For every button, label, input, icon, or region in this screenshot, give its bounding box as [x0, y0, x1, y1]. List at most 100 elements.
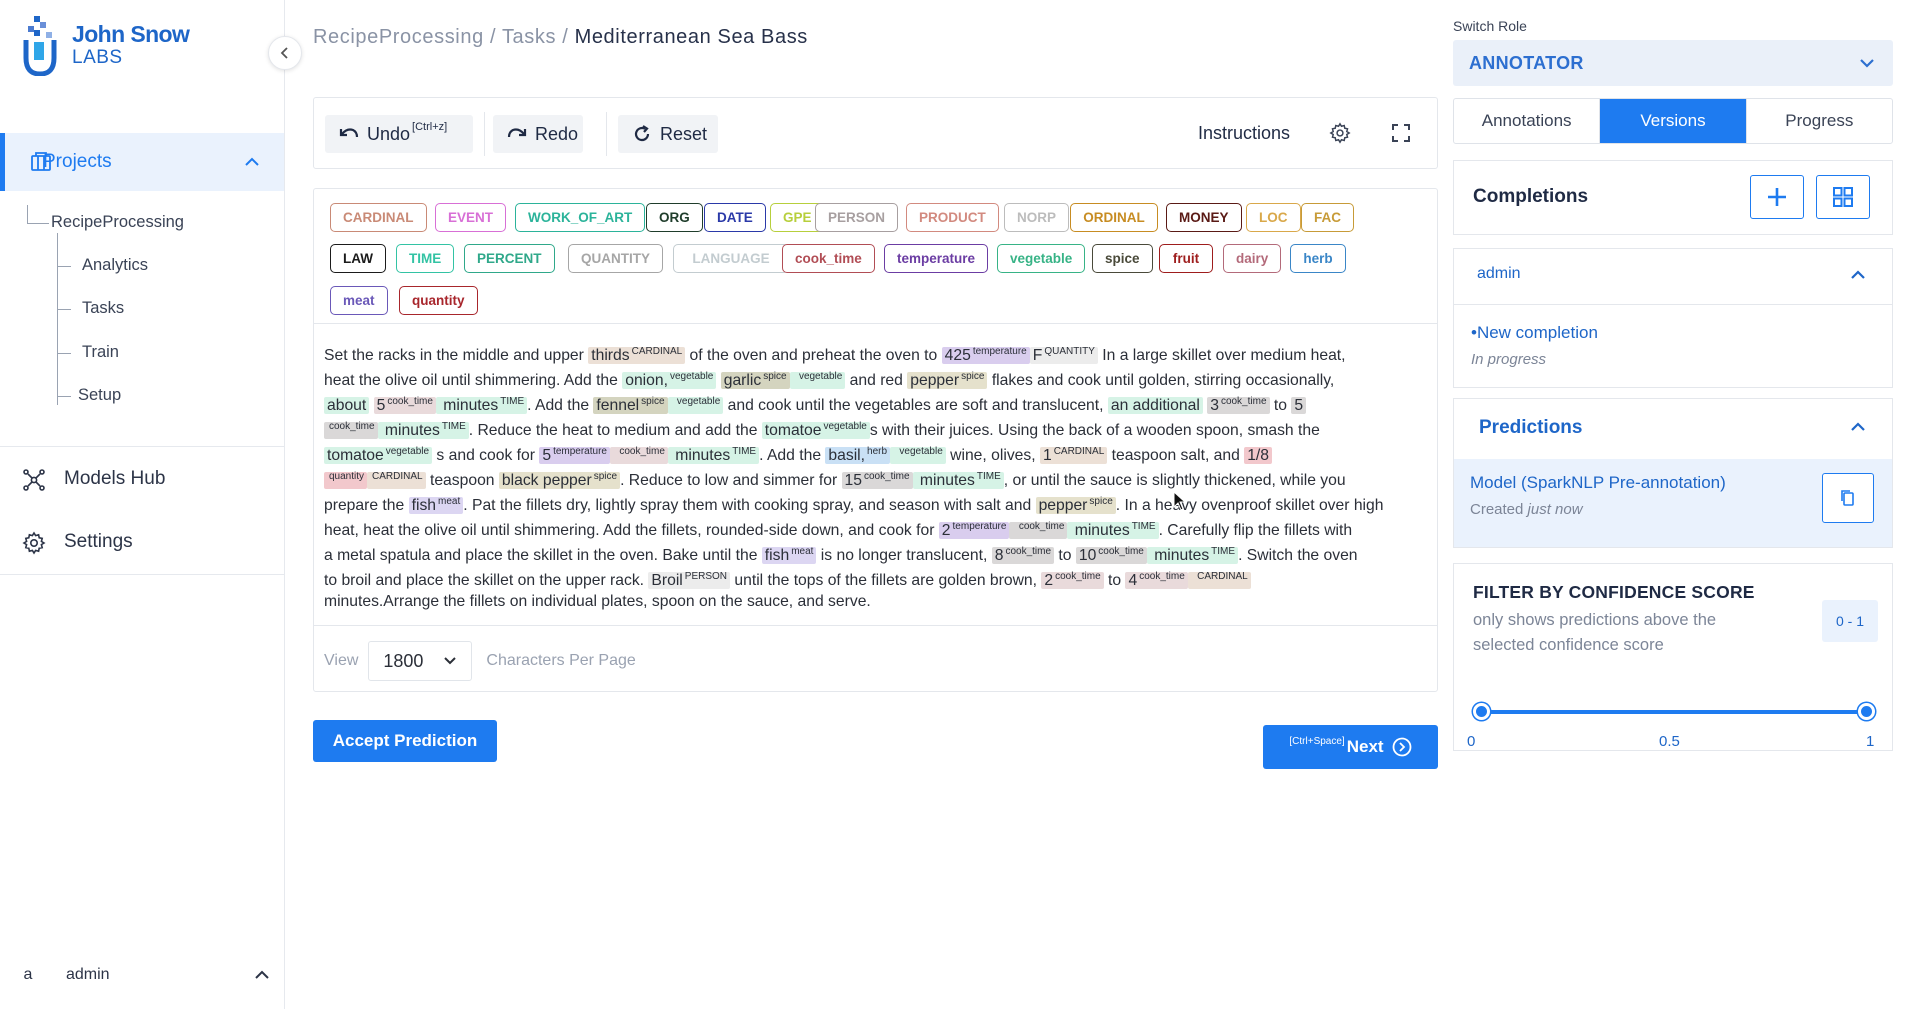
label-tag[interactable]: PERCENT	[464, 244, 555, 273]
entity-highlight[interactable]: quantity	[324, 471, 368, 489]
entity-highlight[interactable]: black pepper spice	[498, 471, 621, 489]
label-tag[interactable]: TIME	[396, 244, 455, 273]
tree-item-project[interactable]: RecipeProcessing	[51, 213, 184, 232]
entity-highlight[interactable]: vegetable	[890, 446, 946, 464]
label-tag[interactable]: fruit	[1159, 244, 1213, 273]
label-tag[interactable]: PERSON	[815, 203, 899, 232]
instructions-link[interactable]: Instructions	[1198, 123, 1290, 144]
label-tag[interactable]: LANGUAGE	[673, 244, 789, 273]
entity-highlight[interactable]: tomatoe vegetable	[324, 446, 433, 464]
entity-highlight[interactable]: 3 cook_time	[1207, 396, 1270, 414]
entity-highlight[interactable]: 5 cook_time	[373, 396, 436, 414]
tree-item-train[interactable]: Train	[82, 343, 119, 362]
label-tag[interactable]: ORDINAL	[1070, 203, 1158, 232]
label-tag[interactable]: EVENT	[435, 203, 507, 232]
next-button[interactable]: [Ctrl+Space] Next	[1263, 725, 1438, 769]
copy-prediction-button[interactable]	[1822, 473, 1874, 523]
label-tag[interactable]: spice	[1092, 244, 1153, 273]
completion-user[interactable]: admin	[1477, 265, 1521, 283]
settings-gear-icon[interactable]	[1329, 122, 1351, 149]
entity-highlight[interactable]: basil, herb	[825, 446, 891, 464]
label-tag[interactable]: CARDINAL	[330, 203, 427, 232]
entity-highlight[interactable]: cook_time	[1009, 521, 1068, 539]
entity-highlight[interactable]: vegetable	[789, 371, 846, 389]
nav-settings[interactable]: Settings	[0, 517, 284, 567]
entity-highlight[interactable]: 5	[1291, 397, 1307, 414]
reset-button[interactable]: Reset	[618, 115, 718, 153]
redo-button[interactable]: Redo	[493, 115, 583, 153]
tree-item-tasks[interactable]: Tasks	[82, 299, 124, 318]
label-tag[interactable]: herb	[1290, 244, 1346, 273]
chars-per-page-select[interactable]: 1800	[368, 641, 473, 681]
label-tag[interactable]: PRODUCT	[906, 203, 999, 232]
entity-highlight[interactable]: pepper spice	[907, 371, 988, 389]
entity-highlight[interactable]: cook_time	[609, 446, 668, 464]
nav-models-hub[interactable]: Models Hub	[0, 454, 284, 504]
accept-prediction-button[interactable]: Accept Prediction	[313, 720, 497, 762]
entity-highlight[interactable]: vegetable	[667, 396, 724, 414]
tree-item-setup[interactable]: Setup	[78, 386, 121, 405]
entity-highlight[interactable]: F QUANTITY	[1029, 346, 1098, 364]
grid-view-button[interactable]	[1816, 175, 1870, 219]
label-tag[interactable]: LOC	[1246, 203, 1301, 232]
undo-button[interactable]: Undo [Ctrl+z]	[325, 115, 473, 153]
chevron-up-icon[interactable]	[244, 154, 260, 175]
entity-highlight[interactable]: 1 CARDINAL	[1039, 446, 1108, 464]
entity-highlight[interactable]: minutes TIME	[1067, 521, 1159, 539]
entity-highlight[interactable]: minutes TIME	[377, 421, 469, 439]
prediction-item[interactable]: Model (SparkNLP Pre-annotation) Created …	[1454, 459, 1892, 547]
entity-highlight[interactable]: fish meat	[408, 496, 464, 514]
entity-highlight[interactable]: 8 cook_time	[991, 546, 1055, 564]
document-text[interactable]: Set the racks in the middle and upper th…	[324, 339, 1429, 614]
fullscreen-icon[interactable]	[1392, 124, 1410, 147]
tab-progress[interactable]: Progress	[1747, 99, 1892, 143]
nav-projects[interactable]: Projects	[0, 133, 284, 191]
entity-highlight[interactable]: 10 cook_time	[1075, 546, 1147, 564]
entity-highlight[interactable]: minutes TIME	[667, 446, 760, 464]
entity-highlight[interactable]: Broil PERSON	[648, 571, 731, 589]
entity-highlight[interactable]: 2 cook_time	[1041, 571, 1104, 589]
tab-versions[interactable]: Versions	[1600, 99, 1747, 143]
entity-highlight[interactable]: cook_time	[324, 421, 378, 439]
entity-highlight[interactable]: CARDINAL	[367, 471, 426, 489]
entity-highlight[interactable]: minutes TIME	[912, 471, 1004, 489]
label-tag[interactable]: MONEY	[1166, 203, 1242, 232]
label-tag[interactable]: DATE	[704, 203, 766, 232]
entity-highlight[interactable]: an additional	[1107, 397, 1203, 414]
slider-handle-max[interactable]	[1857, 703, 1875, 720]
label-tag[interactable]: dairy	[1223, 244, 1282, 273]
breadcrumb-tasks[interactable]: Tasks	[502, 26, 556, 48]
label-tag[interactable]: WORK_OF_ART	[515, 203, 646, 232]
entity-highlight[interactable]: 2 temperature	[938, 521, 1010, 539]
entity-highlight[interactable]: fish meat	[761, 546, 817, 564]
entity-highlight[interactable]: minutes TIME	[435, 396, 528, 414]
entity-highlight[interactable]: thirds CARDINAL	[588, 346, 686, 364]
user-menu[interactable]: a admin	[0, 950, 284, 1000]
role-select[interactable]: ANNOTATOR	[1453, 40, 1893, 86]
label-tag[interactable]: ORG	[646, 203, 703, 232]
entity-highlight[interactable]: 15 cook_time	[841, 471, 913, 489]
entity-highlight[interactable]: garlic spice	[720, 371, 790, 389]
new-completion-item[interactable]: •New completion	[1471, 323, 1598, 343]
confidence-slider[interactable]	[1472, 702, 1875, 722]
entity-highlight[interactable]: tomatoe vegetable	[761, 421, 870, 439]
label-tag[interactable]: quantity	[399, 286, 478, 315]
entity-highlight[interactable]: fennel spice	[593, 396, 668, 414]
entity-highlight[interactable]: minutes TIME	[1146, 546, 1239, 564]
label-tag[interactable]: QUANTITY	[568, 244, 663, 273]
collapse-sidebar-button[interactable]	[268, 36, 302, 70]
label-tag[interactable]: temperature	[884, 244, 989, 273]
entity-highlight[interactable]: 425 temperature	[941, 346, 1030, 364]
entity-highlight[interactable]: onion, vegetable	[622, 371, 717, 389]
label-tag[interactable]: LAW	[330, 244, 386, 273]
add-completion-button[interactable]	[1750, 175, 1804, 219]
brand-logo[interactable]: John Snow LABS	[20, 14, 190, 77]
entity-highlight[interactable]: 1/8	[1244, 447, 1273, 464]
entity-highlight[interactable]: 5 temperature	[539, 446, 610, 464]
entity-highlight[interactable]: about	[324, 397, 370, 414]
label-tag[interactable]: FAC	[1301, 203, 1354, 232]
entity-highlight[interactable]: CARDINAL	[1187, 571, 1251, 589]
tree-item-analytics[interactable]: Analytics	[82, 256, 148, 275]
entity-highlight[interactable]: pepper spice	[1035, 496, 1116, 514]
breadcrumb-project[interactable]: RecipeProcessing	[313, 26, 484, 48]
